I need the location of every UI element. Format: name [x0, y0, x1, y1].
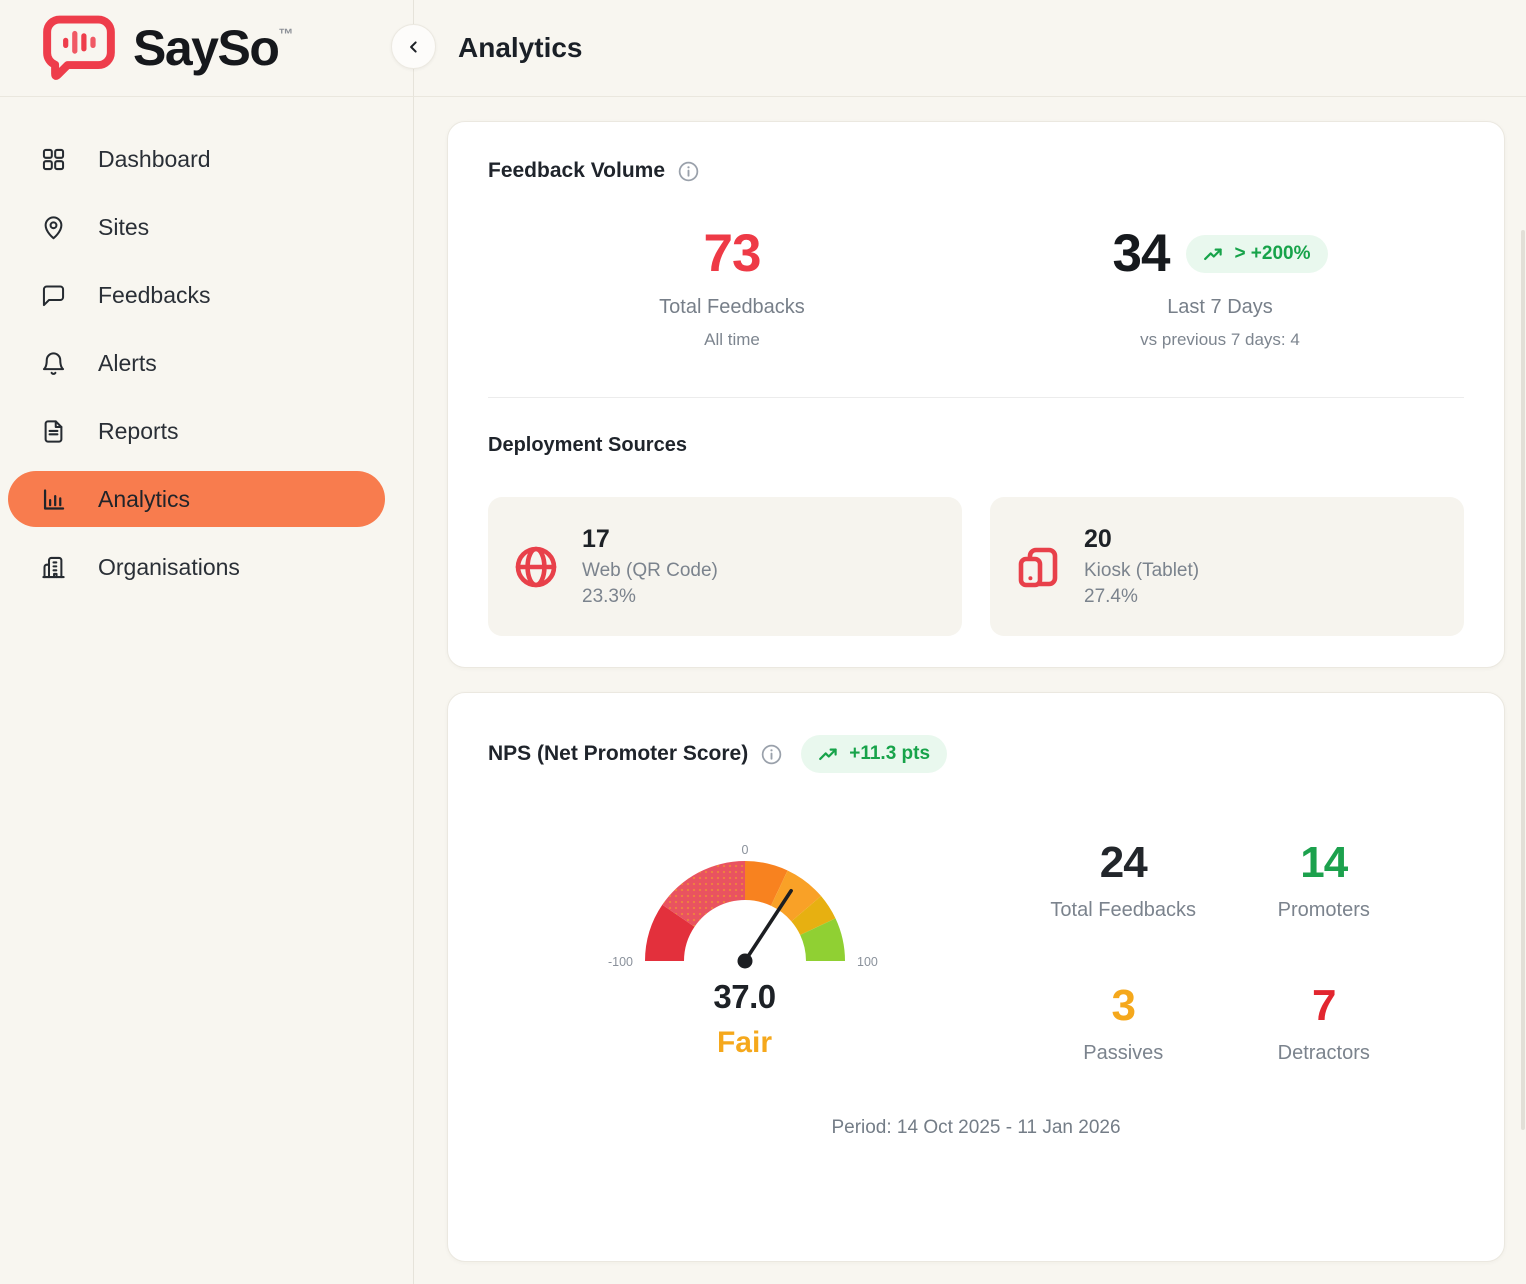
building-icon — [40, 554, 67, 581]
sidebar-item-organisations[interactable]: Organisations — [8, 539, 385, 595]
nps-gauge: -100 0 100 37.0 Fair — [488, 839, 993, 1065]
deployment-sources-title: Deployment Sources — [488, 434, 1464, 457]
trending-up-icon — [818, 744, 840, 764]
header-logo-area: SaySo™ — [0, 0, 414, 97]
sidebar: Dashboard Sites Feedbacks Alerts Reports — [0, 97, 414, 1284]
brand-name: SaySo — [133, 20, 278, 76]
web-source-label: Web (QR Code) — [582, 560, 718, 582]
nps-detractors-value: 7 — [1224, 984, 1425, 1028]
document-icon — [40, 418, 67, 445]
bell-icon — [40, 350, 67, 377]
trending-up-icon — [1203, 244, 1225, 264]
sidebar-item-reports[interactable]: Reports — [8, 403, 385, 459]
nps-passives-label: Passives — [1023, 1042, 1224, 1065]
nps-trend-badge-text: +11.3 pts — [849, 743, 930, 765]
kiosk-source-label: Kiosk (Tablet) — [1084, 560, 1199, 582]
globe-icon — [512, 543, 560, 591]
scrollbar[interactable] — [1521, 230, 1525, 1130]
sidebar-item-label: Alerts — [98, 350, 157, 377]
nps-total-value: 24 — [1023, 841, 1224, 885]
bar-chart-icon — [40, 486, 67, 513]
sidebar-item-label: Reports — [98, 418, 179, 445]
total-feedbacks-label: Total Feedbacks — [488, 296, 976, 319]
nps-promoters-label: Promoters — [1224, 899, 1425, 922]
sidebar-item-label: Feedbacks — [98, 282, 211, 309]
web-source-percent: 23.3% — [582, 586, 718, 608]
last-7-days-stat: 34 > +200% Last 7 Days vs previous 7 day… — [976, 227, 1464, 350]
gauge-tick-max: 100 — [857, 955, 878, 969]
app-window: SaySo™ Analytics Dashboard Sites — [0, 0, 1526, 1284]
speech-bubble-icon — [40, 282, 67, 309]
gauge-tick-zero: 0 — [741, 843, 748, 857]
chevron-left-icon — [404, 37, 424, 57]
nps-rating-label: Fair — [496, 1026, 993, 1060]
trend-badge: > +200% — [1186, 235, 1327, 273]
page-title: Analytics — [458, 32, 583, 64]
info-icon[interactable] — [761, 744, 782, 765]
nps-detractors-label: Detractors — [1224, 1042, 1425, 1065]
sidebar-item-sites[interactable]: Sites — [8, 199, 385, 255]
dashboard-icon — [40, 146, 67, 173]
total-feedbacks-value: 73 — [488, 227, 976, 280]
deployment-source-web: 17 Web (QR Code) 23.3% — [488, 497, 962, 636]
nps-detractors-stat: 7 Detractors — [1224, 984, 1425, 1065]
last-7-days-value: 34 — [1112, 227, 1169, 280]
sidebar-item-feedbacks[interactable]: Feedbacks — [8, 267, 385, 323]
nps-total-stat: 24 Total Feedbacks — [1023, 841, 1224, 922]
nps-title: NPS (Net Promoter Score) — [488, 742, 748, 766]
nps-passives-stat: 3 Passives — [1023, 984, 1224, 1065]
sidebar-collapse-button[interactable] — [391, 24, 436, 69]
gauge-segments — [645, 861, 845, 961]
brand-logo: SaySo™ — [42, 15, 293, 81]
nps-period: Period: 14 Oct 2025 - 11 Jan 2026 — [488, 1117, 1464, 1139]
map-pin-icon — [40, 214, 67, 241]
nps-trend-badge: +11.3 pts — [801, 735, 947, 773]
nps-promoters-stat: 14 Promoters — [1224, 841, 1425, 922]
deployment-source-kiosk: 20 Kiosk (Tablet) 27.4% — [990, 497, 1464, 636]
feedback-volume-card: Feedback Volume 73 Total Feedbacks All t… — [447, 121, 1505, 668]
last-7-days-label: Last 7 Days — [976, 296, 1464, 319]
brand-trademark: ™ — [278, 26, 293, 43]
trend-badge-text: > +200% — [1234, 243, 1310, 265]
nps-promoters-value: 14 — [1224, 841, 1425, 885]
sayso-logo-icon — [42, 15, 116, 81]
nps-gauge-svg: -100 0 100 — [589, 839, 901, 977]
gauge-tick-min: -100 — [607, 955, 632, 969]
nps-score-value: 37.0 — [496, 978, 993, 1016]
total-feedbacks-sub: All time — [488, 330, 976, 350]
main-content: Feedback Volume 73 Total Feedbacks All t… — [414, 97, 1526, 1284]
last-7-days-sub: vs previous 7 days: 4 — [976, 330, 1464, 350]
card-divider — [488, 397, 1464, 398]
sidebar-item-label: Analytics — [98, 486, 190, 513]
kiosk-source-percent: 27.4% — [1084, 586, 1199, 608]
sidebar-item-dashboard[interactable]: Dashboard — [8, 131, 385, 187]
sidebar-item-label: Sites — [98, 214, 149, 241]
devices-icon — [1014, 543, 1062, 591]
sidebar-item-label: Dashboard — [98, 146, 211, 173]
sidebar-item-alerts[interactable]: Alerts — [8, 335, 385, 391]
nps-total-label: Total Feedbacks — [1023, 899, 1224, 922]
sidebar-item-analytics[interactable]: Analytics — [8, 471, 385, 527]
feedback-volume-title: Feedback Volume — [488, 159, 665, 183]
total-feedbacks-stat: 73 Total Feedbacks All time — [488, 227, 976, 350]
nps-card: NPS (Net Promoter Score) +11.3 pts — [447, 692, 1505, 1262]
sidebar-item-label: Organisations — [98, 554, 240, 581]
kiosk-source-value: 20 — [1084, 525, 1199, 554]
page-header: Analytics — [414, 0, 1526, 97]
nps-passives-value: 3 — [1023, 984, 1224, 1028]
nps-stats-grid: 24 Total Feedbacks 14 Promoters 3 Passiv… — [993, 839, 1464, 1065]
info-icon[interactable] — [678, 161, 699, 182]
web-source-value: 17 — [582, 525, 718, 554]
